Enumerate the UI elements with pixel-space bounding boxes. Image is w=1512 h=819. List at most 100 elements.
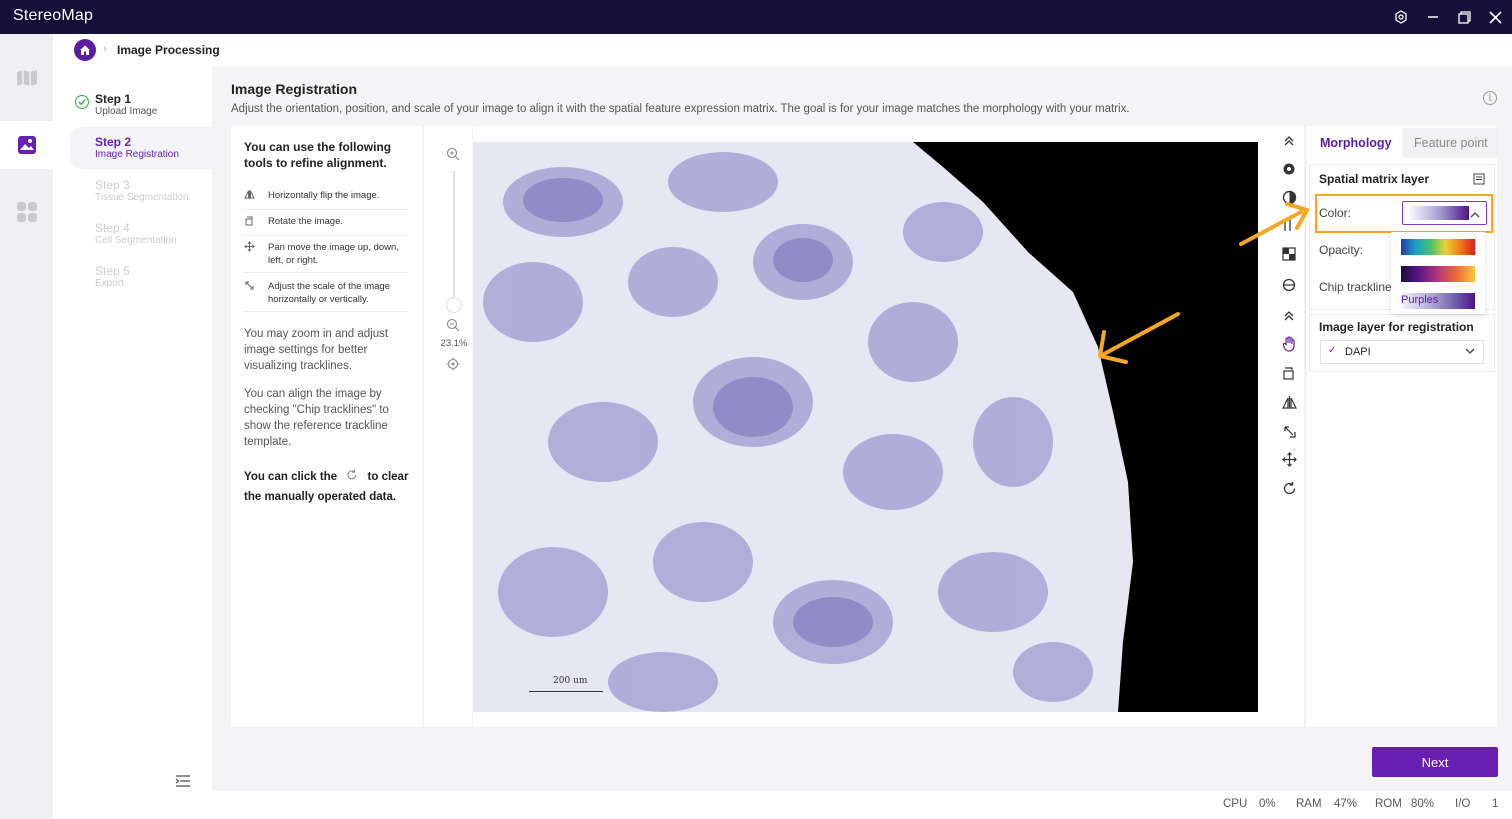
scale-bar-label: 200 um — [553, 676, 588, 686]
colormap-select[interactable] — [1402, 201, 1487, 225]
refresh-icon — [346, 469, 358, 488]
step-title: Step 1 — [95, 92, 132, 106]
ram-label: RAM — [1296, 798, 1322, 810]
tip-text: Adjust the scale of the image horizontal… — [268, 281, 390, 305]
pan-icon[interactable] — [1279, 449, 1299, 469]
chevron-right-icon: › — [103, 43, 107, 55]
scale-icon — [244, 280, 268, 295]
step-title: Step 3 — [95, 178, 130, 192]
io-label: I/O — [1455, 798, 1471, 810]
tips-panel: You can use the following tools to refin… — [231, 126, 422, 727]
zoom-slider-handle[interactable] — [446, 297, 462, 313]
left-nav — [0, 34, 53, 819]
image-layer-value: DAPI — [1345, 346, 1371, 358]
minimize-icon[interactable] — [1424, 8, 1442, 26]
chevron-down-icon — [1465, 346, 1475, 359]
layer-settings-icon[interactable] — [1473, 172, 1485, 190]
step-title: Step 4 — [95, 221, 130, 235]
tip-item: Rotate the image. — [244, 215, 409, 236]
step-title: Step 2 — [95, 135, 132, 149]
reset-icon[interactable] — [1279, 478, 1299, 498]
tab-feature-point[interactable]: Feature point — [1402, 128, 1498, 158]
flip-icon[interactable] — [1279, 392, 1299, 412]
page-title: Image Processing — [117, 43, 220, 57]
cpu-label: CPU — [1223, 798, 1248, 810]
io-value: 1 — [1492, 798, 1499, 810]
tips-heading: You can use the following tools to refin… — [244, 140, 392, 170]
color-field-highlight: Color: — [1315, 194, 1493, 233]
opacity-icon[interactable] — [1279, 274, 1299, 294]
home-icon[interactable] — [74, 39, 96, 61]
scale-bar: 200 um — [529, 676, 603, 692]
grid-icon[interactable] — [1279, 244, 1299, 264]
tip-item: Pan move the image up, down, left, or ri… — [244, 241, 409, 273]
tips-clear-note: You can click the to clear the manually … — [244, 468, 412, 507]
section-title: Image Registration — [231, 81, 358, 97]
flip-icon — [244, 189, 268, 204]
collapse-up-icon-2[interactable] — [1279, 306, 1299, 326]
tip-item: Adjust the scale of the image horizontal… — [244, 280, 409, 312]
tips-paragraph: You may zoom in and adjust image setting… — [244, 328, 389, 372]
restore-icon[interactable] — [1455, 8, 1473, 26]
step-subtitle: Cell Segmentation — [95, 235, 177, 246]
next-button[interactable]: Next — [1372, 747, 1498, 777]
rom-label: ROM — [1375, 798, 1402, 810]
cpu-value: 0% — [1259, 798, 1276, 810]
tissue-image-canvas[interactable]: 200 um — [473, 142, 1258, 712]
chevron-up-icon — [1470, 207, 1480, 225]
apps-icon[interactable] — [0, 188, 53, 236]
image-layer-heading: Image layer for registration — [1319, 320, 1474, 334]
zoom-out-icon[interactable] — [446, 318, 460, 337]
rotate-icon[interactable] — [1279, 363, 1299, 383]
opacity-label: Opacity: — [1319, 243, 1364, 257]
tune-icon[interactable] — [1279, 215, 1299, 235]
info-icon[interactable]: i — [1483, 91, 1497, 105]
status-bar: CPU 0% RAM 47% ROM 80% I/O 1 — [53, 791, 1512, 819]
colormap-option-purples[interactable]: Purples — [1401, 293, 1475, 309]
step-1[interactable]: Step 1 Upload Image — [70, 84, 212, 126]
color-label: Color: — [1319, 206, 1352, 220]
image-processing-icon[interactable] — [0, 121, 53, 169]
step-subtitle: Upload Image — [95, 106, 158, 117]
step-sidebar: Step 1 Upload Image Step 2 Image Registr… — [53, 66, 212, 791]
colormap-option-plasma[interactable] — [1401, 266, 1475, 282]
contrast-icon[interactable] — [1279, 187, 1299, 207]
pan-icon — [244, 241, 268, 256]
rom-value: 80% — [1411, 798, 1435, 810]
step-title: Step 5 — [95, 264, 130, 278]
zoom-level: 23.1% — [440, 338, 468, 349]
chip-trackline-label: Chip trackline — [1319, 280, 1392, 294]
tip-text: Horizontally flip the image. — [268, 190, 380, 201]
step-3: Step 3 Tissue Segmentation — [70, 170, 212, 212]
zoom-controls: 23.1% — [424, 126, 472, 727]
close-icon[interactable] — [1486, 8, 1504, 26]
zoom-in-icon[interactable] — [446, 147, 460, 166]
tip-text: Rotate the image. — [268, 216, 343, 227]
ram-value: 47% — [1334, 798, 1358, 810]
tips-paragraph: You can align the image by checking "Chi… — [244, 388, 389, 448]
step-subtitle: Tissue Segmentation — [95, 192, 189, 203]
locate-icon[interactable] — [446, 357, 460, 376]
spatial-layer-heading: Spatial matrix layer — [1319, 172, 1430, 186]
step-2[interactable]: Step 2 Image Registration — [70, 127, 212, 169]
image-layer-select[interactable]: ✓ DAPI — [1320, 340, 1484, 364]
settings-icon[interactable] — [1392, 8, 1410, 26]
zoom-slider-track[interactable] — [453, 171, 455, 306]
scale-icon[interactable] — [1279, 421, 1299, 441]
checkmark-icon: ✓ — [1328, 345, 1337, 356]
step-5: Step 5 Export — [70, 256, 212, 298]
collapse-up-icon[interactable] — [1279, 131, 1299, 151]
check-icon — [75, 95, 89, 109]
gear-icon[interactable] — [1279, 159, 1299, 179]
colormap-option-rainbow[interactable] — [1401, 239, 1475, 255]
selected-colormap-swatch — [1409, 206, 1469, 220]
breadcrumb: › Image Processing — [53, 34, 1512, 66]
tissue-image — [473, 142, 1133, 712]
map-icon[interactable] — [0, 54, 53, 102]
step-4: Step 4 Cell Segmentation — [70, 213, 212, 255]
tip-item: Horizontally flip the image. — [244, 189, 409, 210]
tips-clear-text-before: You can click the — [244, 471, 338, 483]
title-bar: StereoMap — [0, 0, 1512, 34]
tab-morphology[interactable]: Morphology — [1308, 128, 1402, 158]
hand-icon[interactable] — [1279, 334, 1299, 354]
